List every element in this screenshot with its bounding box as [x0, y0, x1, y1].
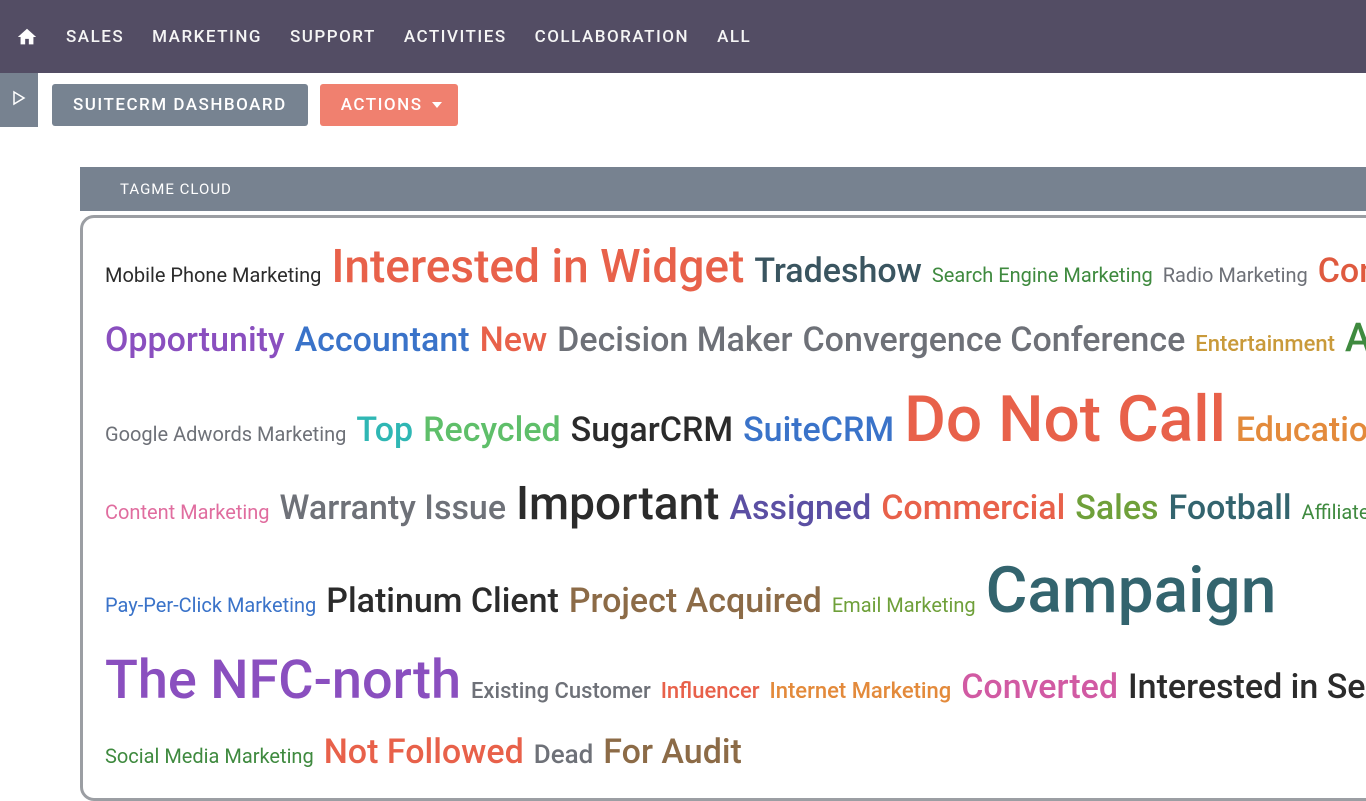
nav-item-collaboration[interactable]: COLLABORATION — [521, 27, 703, 47]
tag-item[interactable]: Warranty Issue — [279, 488, 506, 528]
tag-item[interactable]: Project Acquired — [569, 581, 822, 621]
tag-item[interactable]: Entertainment — [1195, 332, 1335, 357]
tag-item[interactable]: Platinum Client — [326, 581, 559, 621]
tag-item[interactable]: Influencer — [661, 679, 760, 704]
tag-item[interactable]: Opportunity — [105, 320, 285, 360]
tag-item[interactable]: Pay-Per-Click Marketing — [105, 593, 316, 617]
triangle-right-icon — [11, 90, 27, 110]
top-nav: SALES MARKETING SUPPORT ACTIVITIES COLLA… — [0, 0, 1366, 73]
actions-dropdown-button[interactable]: ACTIONS — [320, 84, 459, 126]
tag-item[interactable]: Football — [1169, 488, 1292, 528]
widget-header: TAGME CLOUD — [80, 167, 1366, 211]
tag-item[interactable]: Campaign — [986, 553, 1277, 628]
tag-row: Opportunity Accountant New Decision Make… — [105, 312, 1366, 364]
tag-row: Social Media Marketing Not Followed Dead… — [105, 730, 1366, 774]
nav-item-support[interactable]: SUPPORT — [276, 27, 390, 47]
tag-item[interactable]: For Audit — [603, 732, 742, 772]
tag-item[interactable]: The NFC-north — [105, 649, 461, 712]
tag-item[interactable]: SugarCRM — [571, 410, 733, 450]
tag-row: Mobile Phone Marketing Interested in Wid… — [105, 238, 1366, 298]
tag-item[interactable]: Consumer — [1318, 251, 1366, 291]
tag-item[interactable]: Decision Maker — [557, 320, 792, 360]
tag-item[interactable]: Dead — [534, 740, 594, 770]
tag-item[interactable]: Existing Customer — [471, 679, 651, 704]
tag-item[interactable]: Email Marketing — [832, 593, 976, 617]
tag-row: Content Marketing Warranty Issue Importa… — [105, 475, 1366, 535]
tag-item[interactable]: Search Engine Marketing — [932, 263, 1153, 287]
tag-item[interactable]: Affiliate Marketing — [1302, 500, 1366, 524]
tag-item[interactable]: Google Adwords Marketing — [105, 422, 346, 446]
home-icon[interactable] — [16, 26, 38, 48]
caret-down-icon — [432, 102, 442, 108]
sub-toolbar: SUITECRM DASHBOARD ACTIONS — [0, 73, 1366, 127]
tag-item[interactable]: Recycled — [423, 410, 561, 450]
tag-item[interactable]: Agriculture — [1345, 314, 1366, 361]
tag-item[interactable]: Accountant — [295, 320, 470, 360]
tag-item[interactable]: SuiteCRM — [743, 410, 894, 450]
tag-cloud-widget: TAGME CLOUD Mobile Phone Marketing Inter… — [80, 167, 1366, 801]
content-area: TAGME CLOUD Mobile Phone Marketing Inter… — [0, 127, 1366, 801]
tag-item[interactable]: Tradeshow — [754, 251, 922, 291]
nav-item-all[interactable]: ALL — [703, 27, 765, 47]
nav-item-activities[interactable]: ACTIVITIES — [390, 27, 521, 47]
tag-item[interactable]: Top — [356, 410, 413, 450]
tag-item[interactable]: Educational In — [1236, 410, 1366, 450]
nav-item-marketing[interactable]: MARKETING — [138, 27, 276, 47]
tag-item[interactable]: New — [480, 320, 548, 360]
tag-row: Google Adwords Marketing Top Recycled Su… — [105, 378, 1366, 461]
tag-item[interactable]: Sales — [1075, 488, 1158, 528]
tag-item[interactable]: Commercial — [881, 488, 1065, 528]
dashboard-title-pill[interactable]: SUITECRM DASHBOARD — [52, 84, 308, 126]
tag-item[interactable]: Converted — [961, 667, 1118, 707]
actions-label: ACTIONS — [341, 95, 423, 115]
nav-item-sales[interactable]: SALES — [52, 27, 138, 47]
tag-item[interactable]: Content Marketing — [105, 500, 270, 524]
tag-row: Pay-Per-Click Marketing Platinum Client … — [105, 549, 1366, 632]
tag-row: The NFC-north Existing Customer Influenc… — [105, 646, 1366, 716]
tag-item[interactable]: Social Media Marketing — [105, 744, 314, 768]
tag-item[interactable]: Interested in Widget — [331, 240, 744, 294]
sidebar-toggle-button[interactable] — [0, 73, 38, 127]
widget-body: Mobile Phone Marketing Interested in Wid… — [80, 215, 1366, 801]
tag-item[interactable]: Interested in Service — [1128, 667, 1366, 707]
tag-item[interactable]: Mobile Phone Marketing — [105, 263, 321, 287]
tag-item[interactable]: Convergence Conference — [802, 320, 1185, 360]
tag-item[interactable]: Assigned — [729, 488, 871, 528]
tag-item[interactable]: Not Followed — [324, 732, 524, 772]
tag-item[interactable]: Radio Marketing — [1163, 263, 1308, 287]
tag-item[interactable]: Do Not Call — [904, 382, 1226, 457]
tag-item[interactable]: Important — [516, 477, 719, 531]
tag-item[interactable]: Internet Marketing — [770, 679, 952, 704]
